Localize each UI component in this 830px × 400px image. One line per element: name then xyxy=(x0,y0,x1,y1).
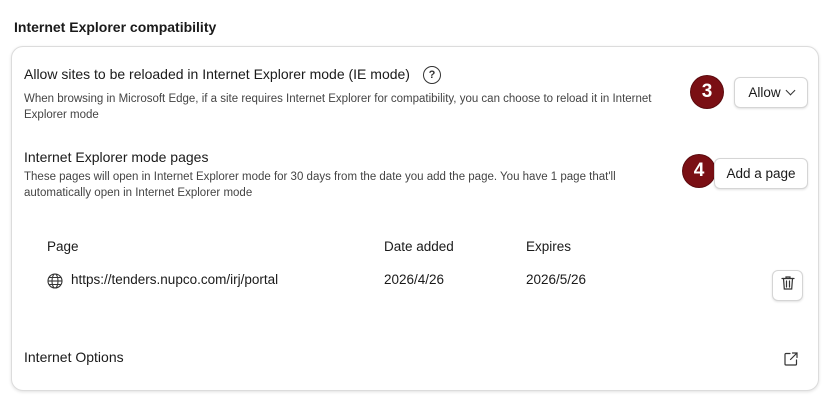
chevron-down-icon xyxy=(785,85,796,96)
ie-mode-dropdown-value: Allow xyxy=(748,85,781,100)
delete-page-button[interactable] xyxy=(772,270,803,301)
annotation-badge-4: 4 xyxy=(683,155,715,187)
table-row-date-added: 2026/4/26 xyxy=(384,272,445,287)
external-link-icon[interactable] xyxy=(783,351,799,367)
ie-mode-desc-line2: Explorer mode xyxy=(24,109,99,121)
col-header-date-added: Date added xyxy=(384,239,454,254)
add-page-button[interactable]: Add a page xyxy=(714,158,808,189)
help-icon[interactable]: ? xyxy=(423,66,441,84)
table-row-url: https://tenders.nupco.com/irj/portal xyxy=(71,272,279,287)
globe-icon xyxy=(47,273,63,289)
ie-pages-title: Internet Explorer mode pages xyxy=(24,149,209,165)
internet-options-link[interactable]: Internet Options xyxy=(24,349,124,365)
annotation-badge-3: 3 xyxy=(691,76,723,108)
col-header-page: Page xyxy=(47,239,79,254)
table-row-expires: 2026/5/26 xyxy=(526,272,587,287)
help-glyph: ? xyxy=(428,69,436,81)
ie-mode-dropdown[interactable]: Allow xyxy=(734,77,808,108)
ie-mode-description: When browsing in Microsoft Edge, if a si… xyxy=(24,91,694,123)
ie-pages-desc-line1: These pages will open in Internet Explor… xyxy=(24,171,616,183)
trash-icon xyxy=(780,275,796,296)
ie-pages-desc-line2: automatically open in Internet Explorer … xyxy=(24,187,253,199)
ie-pages-description: These pages will open in Internet Explor… xyxy=(24,169,674,201)
ie-mode-title: Allow sites to be reloaded in Internet E… xyxy=(24,66,410,82)
section-title: Internet Explorer compatibility xyxy=(14,19,217,35)
ie-mode-desc-line1: When browsing in Microsoft Edge, if a si… xyxy=(24,93,652,105)
col-header-expires: Expires xyxy=(526,239,572,254)
ie-compat-card: Allow sites to be reloaded in Internet E… xyxy=(11,46,819,391)
